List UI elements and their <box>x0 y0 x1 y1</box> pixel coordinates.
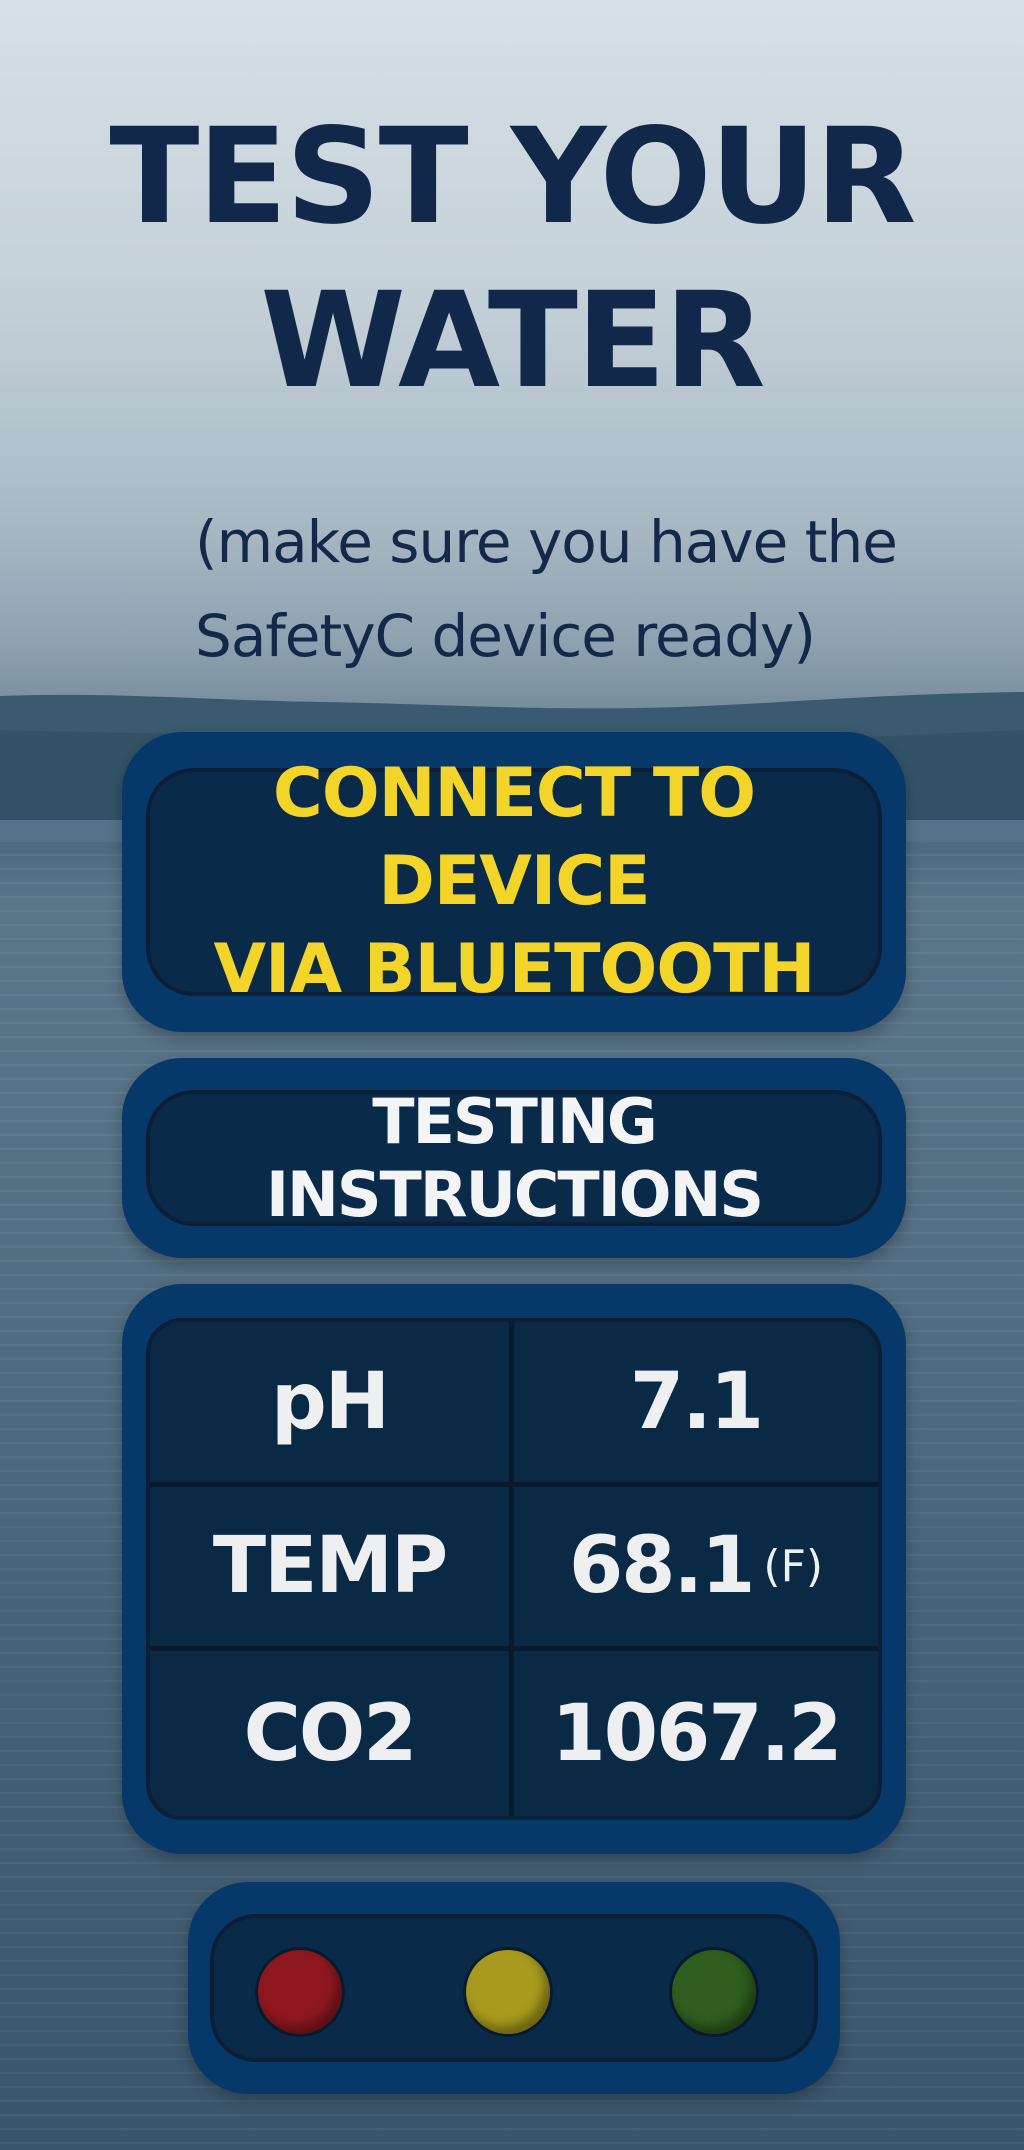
connect-label-line-2: VIA BLUETOOTH <box>213 930 816 1009</box>
reading-label-ph: pH <box>150 1322 514 1487</box>
connect-label-line-1: CONNECT TO DEVICE <box>272 754 756 921</box>
page-subtitle-line-1: (make sure you have the <box>195 508 898 576</box>
status-light-yellow <box>466 1950 550 2034</box>
readings-table: pH 7.1 TEMP 68.1 (F) CO2 1067.2 <box>146 1318 882 1820</box>
reading-label-co2: CO2 <box>150 1651 514 1816</box>
reading-value-temp: 68.1 (F) <box>514 1486 878 1652</box>
page-title-line-2: WATER <box>260 264 765 418</box>
testing-instructions-button[interactable]: TESTING INSTRUCTIONS <box>146 1085 882 1231</box>
reading-value-ph-number: 7.1 <box>629 1356 764 1447</box>
page-subtitle: (make sure you have the SafetyC device r… <box>195 495 955 683</box>
status-lights-panel <box>188 1882 840 2094</box>
reading-value-temp-number: 68.1 <box>568 1521 755 1612</box>
testing-instructions-label: TESTING INSTRUCTIONS <box>265 1085 764 1231</box>
reading-label-temp: TEMP <box>150 1486 514 1652</box>
page-title: TEST YOUR WATER <box>0 95 1024 423</box>
status-lights-bar <box>210 1914 818 2062</box>
page-title-line-1: TEST YOUR <box>109 100 916 254</box>
connect-bluetooth-panel: CONNECT TO DEVICE VIA BLUETOOTH <box>122 732 906 1032</box>
readings-panel: pH 7.1 TEMP 68.1 (F) CO2 1067.2 <box>122 1284 906 1854</box>
reading-value-ph: 7.1 <box>514 1322 878 1487</box>
testing-instructions-panel: TESTING INSTRUCTIONS <box>122 1058 906 1258</box>
reading-value-co2: 1067.2 <box>514 1651 878 1816</box>
connect-bluetooth-button[interactable]: CONNECT TO DEVICE VIA BLUETOOTH <box>146 754 882 1009</box>
status-light-green <box>672 1950 756 2034</box>
connect-bluetooth-label: CONNECT TO DEVICE VIA BLUETOOTH <box>150 750 878 1014</box>
reading-value-co2-number: 1067.2 <box>551 1688 843 1779</box>
reading-unit-temp: (F) <box>763 1540 824 1592</box>
status-light-red <box>258 1950 342 2034</box>
page-subtitle-line-2: SafetyC device ready) <box>195 602 816 670</box>
